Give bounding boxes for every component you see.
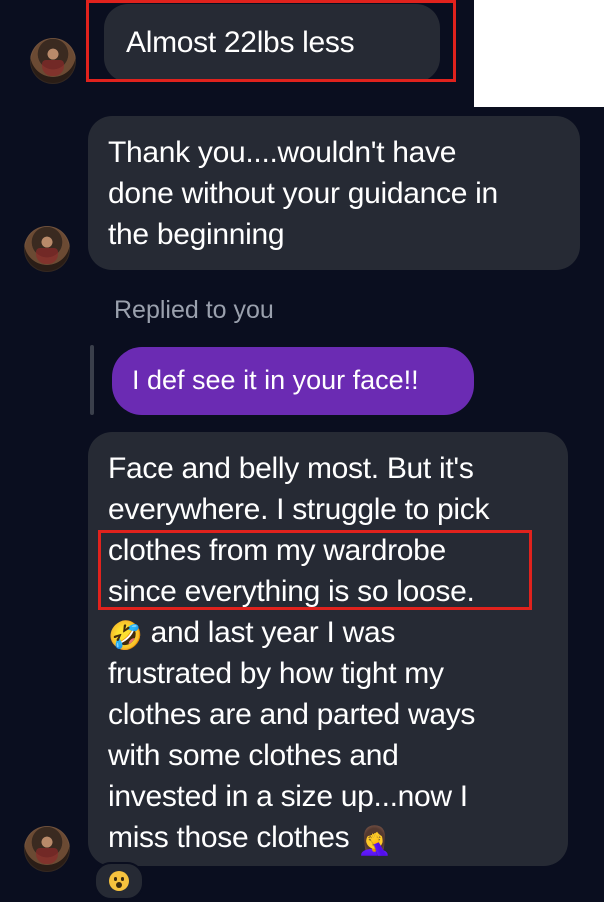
message-text-line: the beginning — [108, 218, 285, 251]
reply-indicator-bar — [90, 345, 94, 415]
message-reaction[interactable] — [94, 862, 144, 900]
message-text-line: frustrated by how tight my — [108, 657, 444, 690]
message-text-line: Thank you....wouldn't have — [108, 136, 457, 169]
message-bubble-2[interactable]: Thank you....wouldn't have done without … — [88, 116, 580, 270]
message-text-line: 🤣 and last year I was — [108, 612, 548, 653]
message-text-line: done without your guidance in — [108, 177, 498, 210]
astonished-face-icon — [109, 871, 129, 891]
cropped-white-area — [474, 0, 604, 107]
reply-label: Replied to you — [114, 296, 274, 324]
sender-avatar[interactable] — [30, 38, 76, 84]
message-text-line: clothes from my wardrobe — [108, 534, 446, 567]
message-text-line: with some clothes and — [108, 739, 399, 772]
message-text-line: Face and belly most. But it's — [108, 452, 474, 485]
sender-avatar[interactable] — [24, 226, 70, 272]
rolling-laughing-emoji-icon: 🤣 — [108, 620, 143, 651]
message-text-line: everywhere. I struggle to pick — [108, 493, 490, 526]
message-text-line: since everything is so loose. — [108, 575, 475, 608]
quoted-message-text: I def see it in your face!! — [132, 365, 419, 395]
facepalm-emoji-icon: 🤦‍♀️ — [357, 825, 392, 856]
quoted-message-bubble[interactable]: I def see it in your face!! — [112, 347, 474, 415]
sender-avatar[interactable] — [24, 826, 70, 872]
message-text-line: miss those clothes 🤦‍♀️ — [108, 817, 548, 858]
message-bubble-3[interactable]: Face and belly most. But it's everywhere… — [88, 432, 568, 866]
message-text-fragment: miss those clothes — [108, 821, 358, 854]
message-text-line: invested in a size up...now I — [108, 780, 468, 813]
message-text-line: clothes are and parted ways — [108, 698, 476, 731]
message-text-fragment: and last year I was — [142, 616, 396, 649]
message-bubble-1[interactable]: Almost 22lbs less — [104, 4, 440, 82]
message-text: Almost 22lbs less — [126, 26, 355, 59]
